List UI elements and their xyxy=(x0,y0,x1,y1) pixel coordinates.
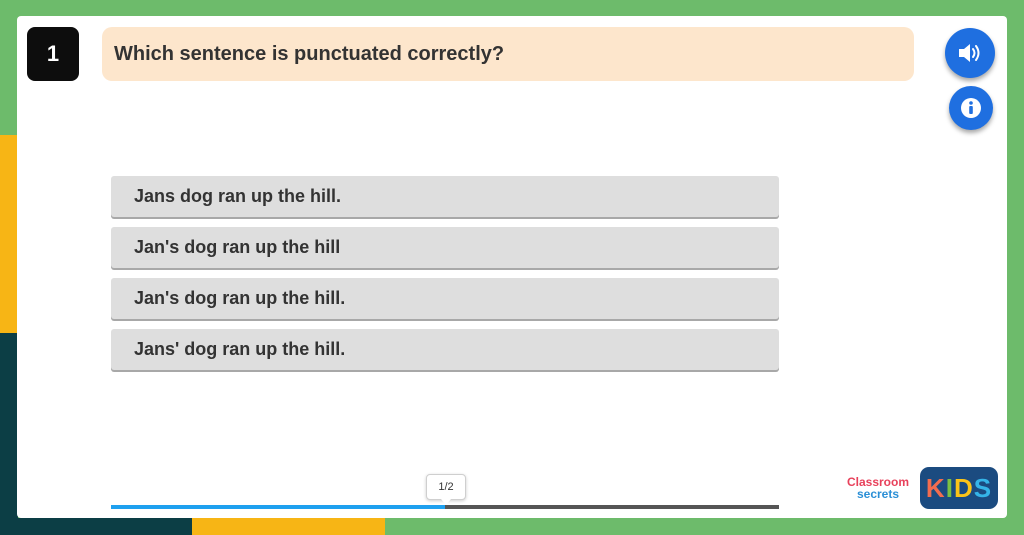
audio-button[interactable] xyxy=(945,28,995,78)
frame-bottom-dark xyxy=(0,518,192,535)
frame-stripe-yellow xyxy=(0,135,18,333)
answer-option-4[interactable]: Jans' dog ran up the hill. xyxy=(111,329,779,370)
kids-letter: K xyxy=(925,472,946,503)
answer-option-2[interactable]: Jan's dog ran up the hill xyxy=(111,227,779,268)
frame-bottom-green xyxy=(385,518,1024,535)
progress-bar xyxy=(111,505,779,509)
classroom-secrets-kids-logo: Classroom secrets K I D S xyxy=(840,466,1000,510)
info-icon xyxy=(961,98,981,118)
answer-option-1[interactable]: Jans dog ran up the hill. xyxy=(111,176,779,217)
kids-badge: K I D S xyxy=(920,467,998,509)
answer-list: Jans dog ran up the hill. Jan's dog ran … xyxy=(111,176,779,380)
kids-letter: I xyxy=(945,472,954,503)
answer-label: Jans' dog ran up the hill. xyxy=(134,339,346,359)
question-text: Which sentence is punctuated correctly? xyxy=(114,42,505,65)
classroom-secrets-wordmark: Classroom secrets xyxy=(840,476,916,500)
answer-label: Jan's dog ran up the hill xyxy=(134,237,341,257)
answer-label: Jan's dog ran up the hill. xyxy=(134,288,346,308)
frame-bottom-yellow xyxy=(192,518,385,535)
kids-letter: S xyxy=(973,472,993,503)
frame-stripe-green xyxy=(0,0,18,135)
progress-tooltip: 1/2 xyxy=(426,474,466,505)
speaker-icon xyxy=(959,44,980,62)
answer-label: Jans dog ran up the hill. xyxy=(134,186,342,206)
progress-fill xyxy=(111,505,445,509)
logo-line2: secrets xyxy=(856,487,900,501)
answer-option-3[interactable]: Jan's dog ran up the hill. xyxy=(111,278,779,319)
frame-stripe-dark xyxy=(0,333,18,535)
question-number: 1 xyxy=(27,27,79,81)
info-button[interactable] xyxy=(949,86,993,130)
question-prompt: Which sentence is punctuated correctly? xyxy=(102,27,914,81)
kids-letter: D xyxy=(953,472,974,503)
